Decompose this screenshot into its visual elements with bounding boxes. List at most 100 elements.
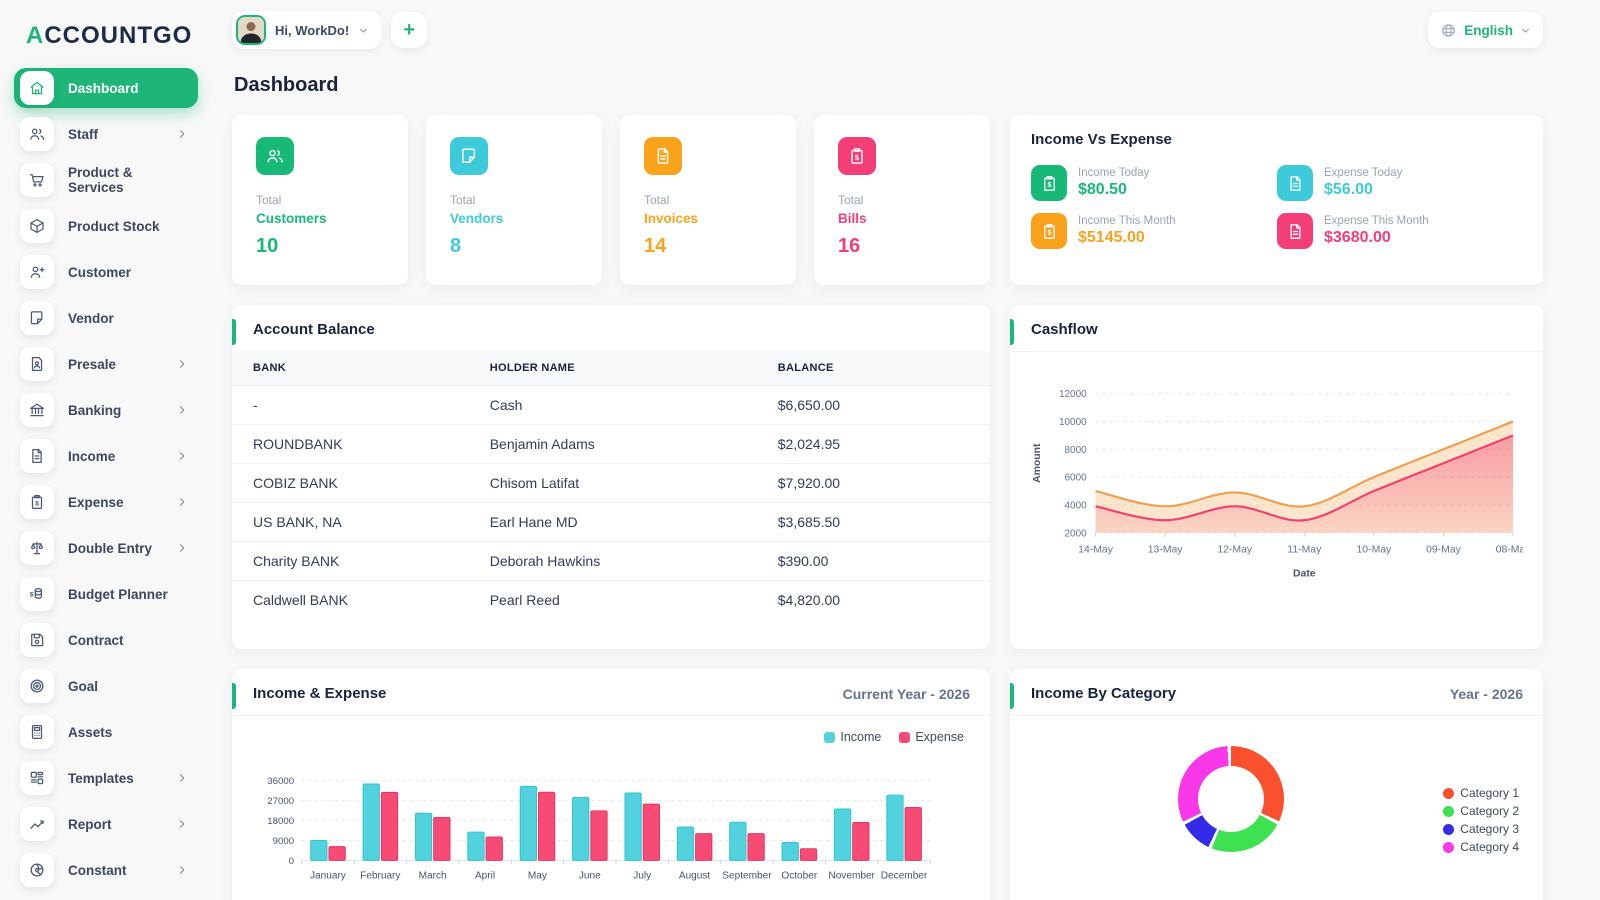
svg-text:2000: 2000 [1065, 528, 1088, 539]
sidebar-item-report[interactable]: Report [14, 804, 198, 844]
sidebar-item-label: Customer [68, 264, 132, 280]
income-this-month: $ Income This Month $5145.00 [1031, 213, 1277, 249]
stat-prefix: Total [838, 193, 864, 207]
legend-item-category-2[interactable]: Category 2 [1443, 804, 1519, 818]
aperture-icon [20, 853, 54, 887]
sidebar-nav: Dashboard Staff Product & Services Produ… [0, 68, 212, 890]
category-2-dot [1443, 805, 1455, 817]
users-icon [20, 117, 54, 151]
language-selector[interactable]: English [1428, 12, 1543, 48]
cell-bank: COBIZ BANK [232, 463, 490, 503]
svg-text:36000: 36000 [267, 776, 294, 787]
legend-label: Category 2 [1460, 804, 1519, 818]
cashflow-chart: 2000 4000 6000 8000 10000 12000 14-May 13-May 12… [1010, 352, 1543, 618]
stat-label: Bills [838, 211, 867, 226]
sidebar-item-label: Double Entry [68, 540, 153, 556]
cell-holder: Chisom Latifat [489, 463, 778, 503]
legend-item-expense[interactable]: Expense [899, 730, 964, 744]
target-icon [20, 669, 54, 703]
svg-text:January: January [310, 871, 347, 882]
calculator-icon [20, 715, 54, 749]
sidebar-item-contract[interactable]: Contract [14, 620, 198, 660]
income-swatch [824, 731, 836, 743]
note-icon [450, 137, 488, 175]
cell-balance: $390.00 [777, 541, 990, 581]
sidebar-item-label: Goal [68, 678, 99, 694]
card-title: Income By Category [1031, 685, 1177, 702]
stat-card-vendors: Total Vendors 8 [426, 115, 602, 285]
accent-bar [232, 683, 236, 709]
sidebar-item-label: Expense [68, 494, 124, 510]
svg-text:9000: 9000 [273, 836, 294, 847]
logo-text: CCOUNTGO [44, 22, 193, 49]
cell-holder: Pearl Reed [489, 580, 778, 619]
svg-text:18000: 18000 [267, 816, 294, 827]
sidebar-item-assets[interactable]: Assets [14, 712, 198, 752]
card-header: Income & Expense Current Year - 2026 [232, 669, 990, 716]
svg-text:10000: 10000 [1059, 417, 1087, 428]
legend-item-category-4[interactable]: Category 4 [1443, 840, 1519, 854]
income-vs-expense-grid: $ Income Today $80.50 Expense Today $56.… [1010, 161, 1543, 249]
column-header-holder: HOLDER NAME [489, 362, 575, 374]
sidebar-item-constant[interactable]: Constant [14, 850, 198, 890]
svg-text:10-May: 10-May [1357, 545, 1393, 556]
cell-bank: ROUNDBANK [232, 424, 490, 464]
sidebar-item-label: Banking [68, 402, 122, 418]
metric-value: $3680.00 [1324, 229, 1391, 246]
accent-bar [1010, 319, 1014, 345]
table-header-row: BANK HOLDER NAME BALANCE [232, 351, 990, 386]
income-vs-expense-card: Income Vs Expense $ Income Today $80.50 … [1010, 115, 1543, 285]
card-title: Account Balance [253, 321, 375, 338]
sidebar-item-product-services[interactable]: Product & Services [14, 160, 198, 200]
file-lines-icon [1277, 165, 1313, 201]
sidebar-item-label: Budget Planner [68, 586, 168, 602]
sidebar-item-customer[interactable]: Customer [14, 252, 198, 292]
sidebar-item-banking[interactable]: Banking [14, 390, 198, 430]
svg-text:July: July [633, 871, 652, 882]
user-menu[interactable]: Hi, WorkDo! [232, 11, 382, 49]
sidebar-item-double-entry[interactable]: Double Entry [14, 528, 198, 568]
chart-line-icon [20, 807, 54, 841]
sidebar-item-product-stock[interactable]: Product Stock [14, 206, 198, 246]
sidebar-item-goal[interactable]: Goal [14, 666, 198, 706]
legend-label: Category 4 [1460, 840, 1519, 854]
sidebar-item-label: Product Stock [68, 218, 160, 234]
table-row: - Cash $6,650.00 [232, 385, 990, 425]
cell-holder: Deborah Hawkins [489, 541, 778, 581]
svg-text:August: August [679, 871, 711, 882]
card-title: Income & Expense [253, 685, 387, 702]
sidebar-item-expense[interactable]: $ Expense [14, 482, 198, 522]
sidebar-item-vendor[interactable]: Vendor [14, 298, 198, 338]
svg-text:December: December [881, 871, 928, 882]
svg-text:$: $ [855, 153, 860, 162]
svg-text:April: April [475, 871, 495, 882]
account-balance-table: BANK HOLDER NAME BALANCE - Cash $6,650.0… [232, 351, 990, 619]
expense-swatch [899, 731, 911, 743]
sidebar-item-income[interactable]: Income [14, 436, 198, 476]
stat-card-invoices: Total Invoices 14 [620, 115, 796, 285]
sidebar-item-templates[interactable]: Templates [14, 758, 198, 798]
svg-text:12000: 12000 [1059, 389, 1087, 400]
table-row: COBIZ BANK Chisom Latifat $7,920.00 [232, 463, 990, 503]
svg-text:September: September [722, 871, 772, 882]
legend-item-category-3[interactable]: Category 3 [1443, 822, 1519, 836]
coins-dollar-icon: $ [20, 577, 54, 611]
stat-prefix: Total [450, 193, 476, 207]
users-icon [256, 137, 294, 175]
legend-item-category-1[interactable]: Category 1 [1443, 786, 1519, 800]
greeting-text: Hi, WorkDo! [275, 22, 350, 38]
cell-bank: Charity BANK [232, 541, 490, 581]
sidebar-item-budget-planner[interactable]: $ Budget Planner [14, 574, 198, 614]
chevron-right-icon [176, 450, 188, 462]
stat-value: 10 [256, 235, 279, 257]
sidebar-item-presale[interactable]: Presale [14, 344, 198, 384]
legend-item-income[interactable]: Income [824, 730, 881, 744]
clipboard-dollar-icon: $ [20, 485, 54, 519]
chevron-right-icon [176, 864, 188, 876]
sidebar-item-staff[interactable]: Staff [14, 114, 198, 154]
sidebar-item-label: Contract [68, 632, 124, 648]
add-button[interactable]: + [391, 12, 428, 48]
svg-text:March: March [419, 871, 447, 882]
stat-value: 14 [644, 235, 667, 257]
sidebar-item-dashboard[interactable]: Dashboard [14, 68, 198, 108]
